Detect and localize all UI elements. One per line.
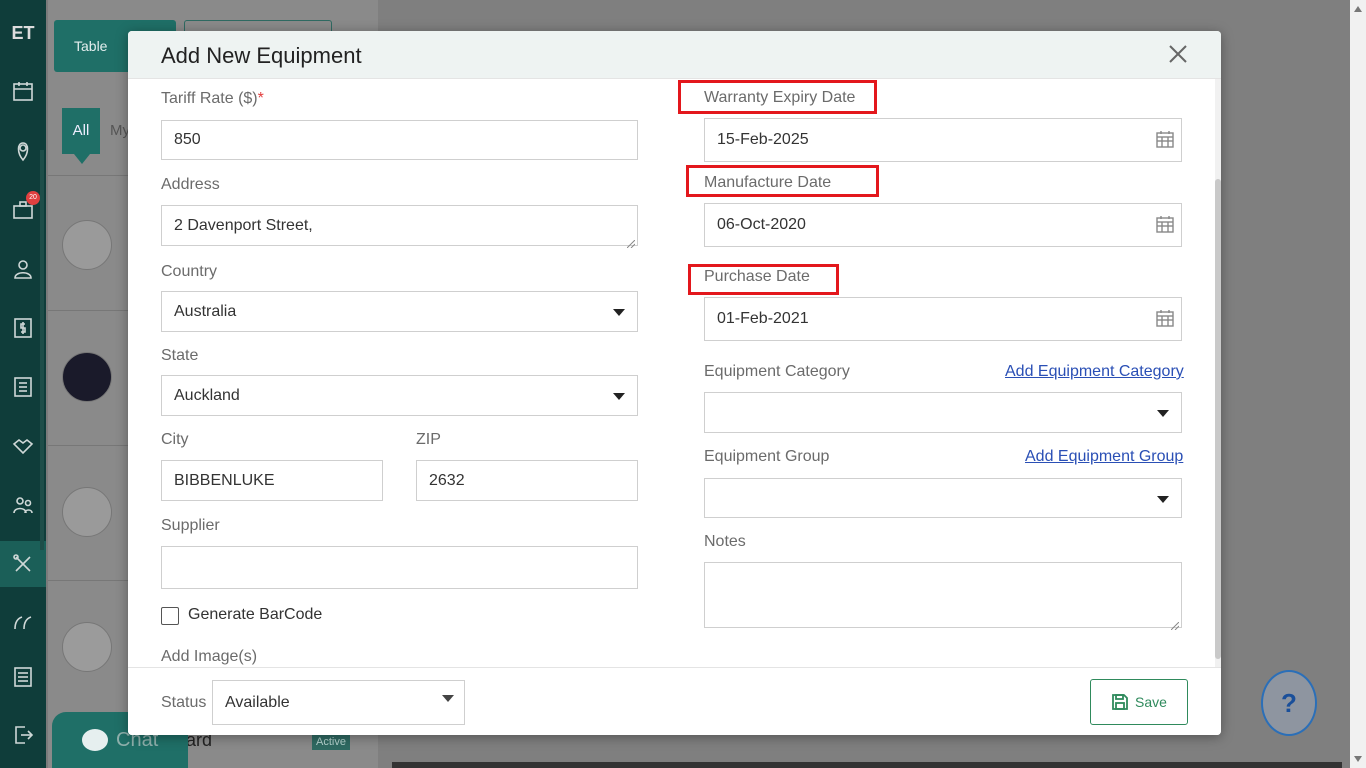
status-select[interactable]: Available <box>212 680 465 725</box>
tab-all[interactable]: All <box>62 108 100 164</box>
state-label: State <box>161 347 199 364</box>
notes-label: Notes <box>704 533 746 550</box>
equipment-group-label: Equipment Group <box>704 448 830 465</box>
required-marker: * <box>257 90 264 107</box>
warranty-expiry-value: 15-Feb-2025 <box>717 131 809 148</box>
state-select[interactable]: Auckland <box>161 375 638 416</box>
equipment-thumbnail[interactable] <box>62 220 112 270</box>
modal-title: Add New Equipment <box>161 43 362 68</box>
save-button[interactable]: Save <box>1090 679 1188 725</box>
country-select[interactable]: Australia <box>161 291 638 332</box>
add-equipment-group-link[interactable]: Add Equipment Group <box>1025 448 1183 466</box>
notes-textarea[interactable] <box>704 562 1182 631</box>
save-label: Save <box>1135 694 1167 710</box>
resize-handle-icon[interactable] <box>626 235 636 249</box>
chevron-down-icon <box>1157 410 1169 417</box>
chevron-down-icon <box>442 695 454 702</box>
tariff-rate-label: Tariff Rate ($)* <box>161 90 264 107</box>
equipment-category-select[interactable] <box>704 392 1182 433</box>
supplier-input[interactable] <box>161 546 638 589</box>
warranty-expiry-label: Warranty Expiry Date <box>704 89 856 106</box>
city-label: City <box>161 431 189 448</box>
tab-my[interactable]: My <box>110 122 130 139</box>
save-icon <box>1112 694 1128 710</box>
warranty-expiry-input[interactable]: 15-Feb-2025 <box>704 118 1182 162</box>
state-value: Auckland <box>174 386 240 404</box>
generate-barcode-checkbox[interactable] <box>161 607 179 625</box>
scroll-down-icon[interactable] <box>1354 756 1362 762</box>
generate-barcode-label: Generate BarCode <box>188 606 323 623</box>
equipment-group-select[interactable] <box>704 478 1182 518</box>
resize-handle-icon[interactable] <box>1170 617 1180 631</box>
address-input[interactable]: 2 Davenport Street, <box>161 205 638 249</box>
status-value: Available <box>225 693 290 711</box>
country-value: Australia <box>174 302 237 320</box>
help-button[interactable]: ? <box>1261 670 1317 736</box>
quote-icon[interactable] <box>0 600 46 646</box>
left-nav: ET 20 <box>0 0 46 768</box>
address-value: 2 Davenport Street, <box>174 216 313 234</box>
modal-footer: Status Available Save <box>128 667 1221 735</box>
chevron-down-icon <box>613 393 625 400</box>
purchase-date-input[interactable]: 01-Feb-2021 <box>704 297 1182 341</box>
settings-sliders-icon[interactable] <box>0 654 46 700</box>
calendar-icon[interactable] <box>1155 214 1175 234</box>
zip-input[interactable]: 2632 <box>416 460 638 501</box>
manufacture-date-value: 06-Oct-2020 <box>717 216 806 233</box>
close-icon[interactable] <box>1165 41 1191 67</box>
calendar-icon[interactable] <box>1155 308 1175 328</box>
modal-scrollbar[interactable] <box>1215 79 1221 667</box>
chat-bubble-icon <box>82 729 108 751</box>
equipment-thumbnail[interactable] <box>62 622 112 672</box>
logout-icon[interactable] <box>0 712 46 758</box>
equipment-thumbnail[interactable] <box>62 352 112 402</box>
modal-scroll-thumb[interactable] <box>1215 179 1221 659</box>
purchase-date-label: Purchase Date <box>704 268 810 285</box>
zip-label: ZIP <box>416 431 441 448</box>
supplier-label: Supplier <box>161 517 220 534</box>
city-input[interactable]: BIBBENLUKE <box>161 460 383 501</box>
nav-scrollbar[interactable] <box>40 150 44 550</box>
modal-header: Add New Equipment <box>128 31 1221 79</box>
address-label: Address <box>161 176 220 193</box>
scroll-up-icon[interactable] <box>1354 6 1362 12</box>
calendar-icon[interactable] <box>0 68 46 114</box>
background-bottom-bar <box>392 762 1342 768</box>
chevron-down-icon <box>1157 496 1169 503</box>
page-scrollbar[interactable] <box>1350 0 1366 768</box>
calendar-icon[interactable] <box>1155 129 1175 149</box>
notification-badge: 20 <box>26 191 40 205</box>
manufacture-date-input[interactable]: 06-Oct-2020 <box>704 203 1182 247</box>
purchase-date-value: 01-Feb-2021 <box>717 310 809 327</box>
status-label: Status <box>161 694 207 711</box>
chevron-down-icon <box>613 309 625 316</box>
add-equipment-category-link[interactable]: Add Equipment Category <box>1005 363 1184 381</box>
equipment-thumbnail[interactable] <box>62 487 112 537</box>
country-label: Country <box>161 263 218 280</box>
app-logo: ET <box>11 23 35 43</box>
manufacture-date-label: Manufacture Date <box>704 174 832 191</box>
add-images-label: Add Image(s) <box>161 648 258 665</box>
status-badge: Active <box>312 734 350 750</box>
equipment-category-label: Equipment Category <box>704 363 850 380</box>
tariff-rate-input[interactable]: 850 <box>161 120 638 160</box>
